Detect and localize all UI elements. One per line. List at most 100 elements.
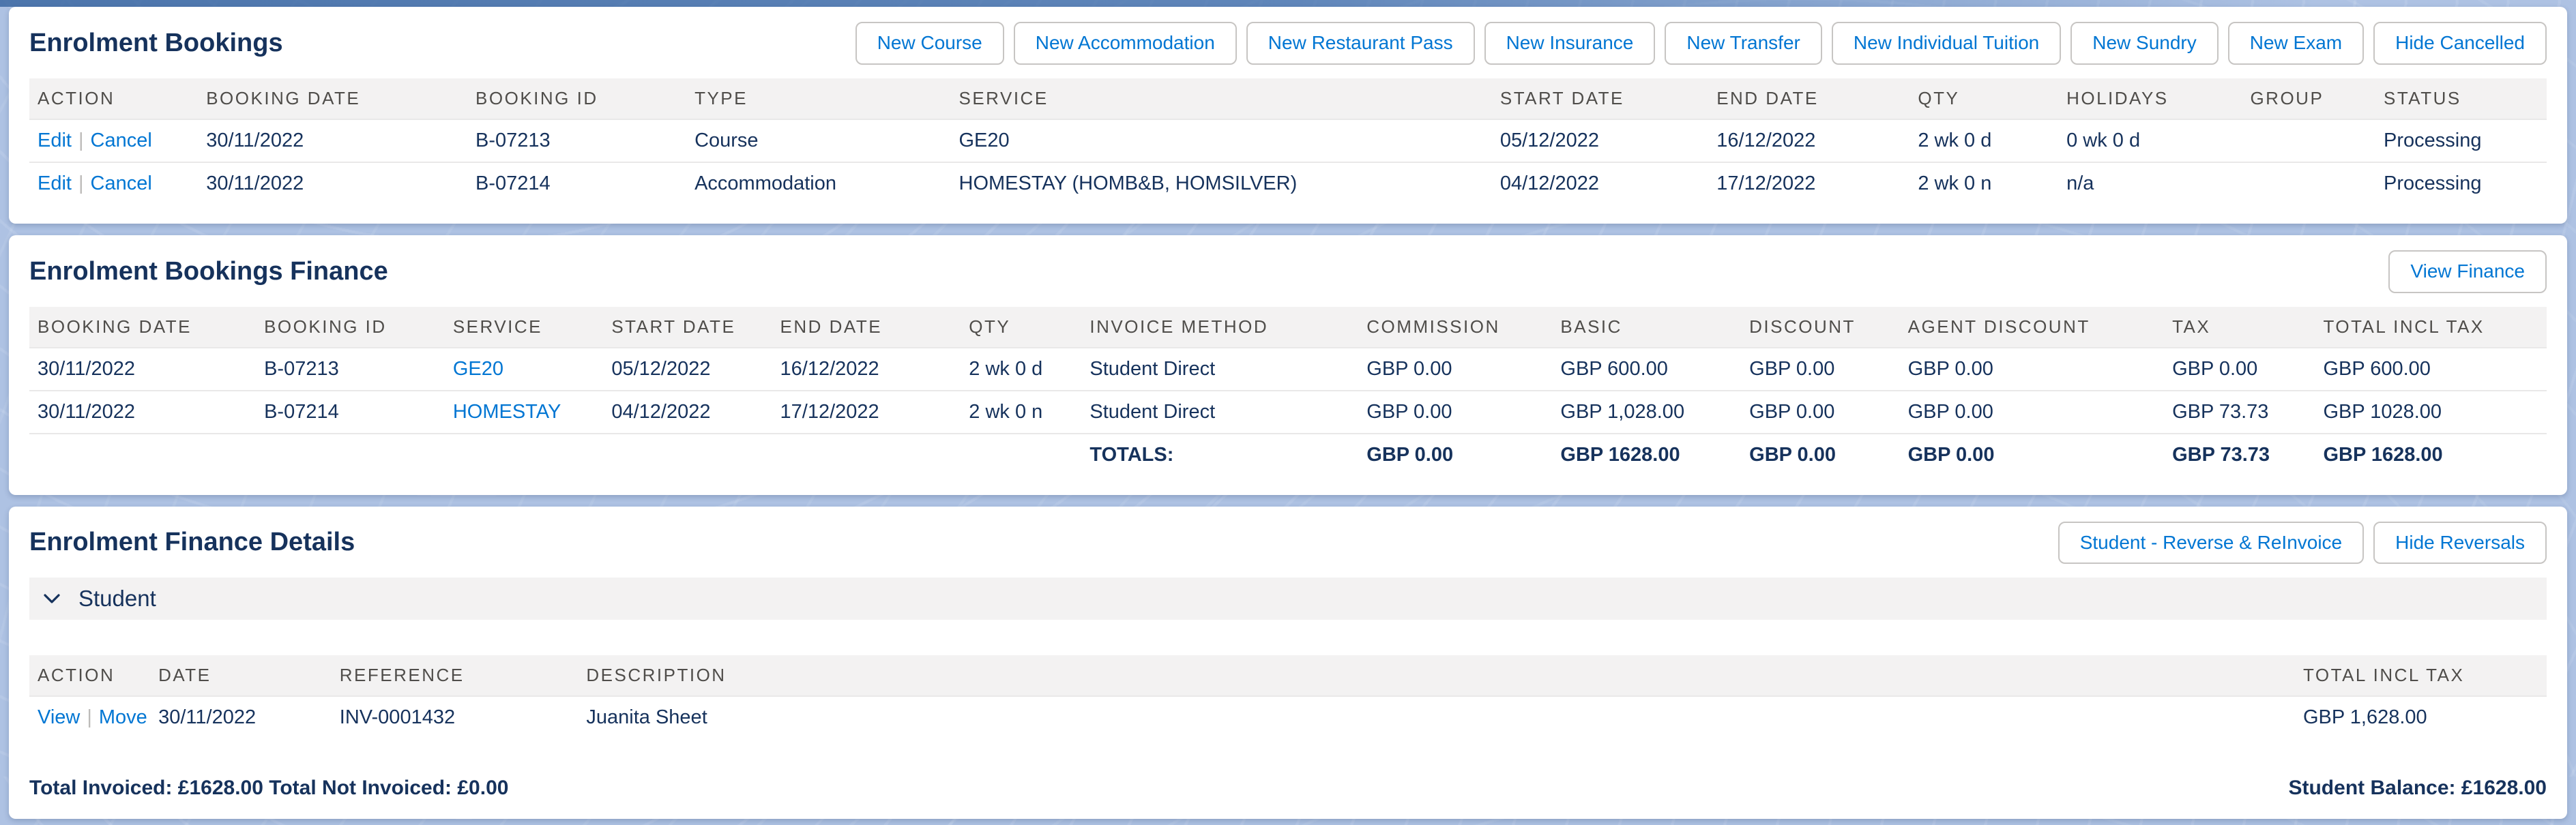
cell-empty xyxy=(603,434,772,476)
col-agent-discount: AGENT DISCOUNT xyxy=(1900,307,2164,348)
cell-actions: Edit|Cancel xyxy=(29,162,198,205)
enrolment-bookings-title: Enrolment Bookings xyxy=(29,29,283,58)
enrolment-bookings-card: Enrolment Bookings New Course New Accomm… xyxy=(9,7,2567,224)
details-header: Enrolment Finance Details Student - Reve… xyxy=(29,522,2547,565)
col-total-incl-tax: TOTAL INCL TAX xyxy=(2315,307,2547,348)
cell-service: GE20 xyxy=(951,119,1492,162)
new-course-button[interactable]: New Course xyxy=(855,22,1004,65)
view-finance-button[interactable]: View Finance xyxy=(2388,250,2547,293)
col-status: STATUS xyxy=(2375,78,2547,119)
cell-empty xyxy=(445,434,603,476)
page: Enrolment Bookings New Course New Accomm… xyxy=(0,0,2576,825)
col-discount: DISCOUNT xyxy=(1741,307,1899,348)
student-group-toggle[interactable]: Student xyxy=(29,578,2547,620)
new-individual-tuition-button[interactable]: New Individual Tuition xyxy=(1832,22,2061,65)
view-link[interactable]: View xyxy=(38,706,80,728)
cell-booking-date: 30/11/2022 xyxy=(29,348,256,391)
col-date: DATE xyxy=(150,655,332,696)
col-total-incl-tax: TOTAL INCL TAX xyxy=(2295,655,2547,696)
new-restaurant-pass-button[interactable]: New Restaurant Pass xyxy=(1246,22,1475,65)
chevron-down-icon[interactable] xyxy=(42,588,62,609)
cell-total-incl-tax: GBP 600.00 xyxy=(2315,348,2547,391)
col-start-date: START DATE xyxy=(1492,78,1708,119)
cell-qty: 2 wk 0 d xyxy=(961,348,1081,391)
service-link[interactable]: GE20 xyxy=(453,358,503,380)
finance-header: Enrolment Bookings Finance View Finance xyxy=(29,250,2547,293)
cell-booking-id: B-07213 xyxy=(256,348,445,391)
col-type: TYPE xyxy=(686,78,950,119)
cell-start-date: 05/12/2022 xyxy=(1492,119,1708,162)
finance-summary: Total Invoiced: £1628.00 Total Not Invoi… xyxy=(29,777,2547,800)
action-separator: | xyxy=(80,706,99,728)
cell-type: Course xyxy=(686,119,950,162)
col-description: DESCRIPTION xyxy=(578,655,2295,696)
bookings-table: ACTION BOOKING DATE BOOKING ID TYPE SERV… xyxy=(29,78,2547,205)
edit-link[interactable]: Edit xyxy=(38,172,72,194)
cell-holidays: 0 wk 0 d xyxy=(2058,119,2242,162)
col-booking-date: BOOKING DATE xyxy=(198,78,467,119)
cell-booking-id: B-07213 xyxy=(467,119,686,162)
totals-discount: GBP 0.00 xyxy=(1741,434,1899,476)
cancel-link[interactable]: Cancel xyxy=(91,172,152,194)
action-separator: | xyxy=(72,130,91,151)
enrolment-bookings-buttons: New Course New Accommodation New Restaur… xyxy=(855,22,2547,65)
col-end-date: END DATE xyxy=(772,307,961,348)
cell-actions: Edit|Cancel xyxy=(29,119,198,162)
cell-service: HOMESTAY xyxy=(445,391,603,434)
cell-reference: INV-0001432 xyxy=(332,696,579,738)
col-qty: QTY xyxy=(1909,78,2058,119)
cell-actions: View|Move xyxy=(29,696,150,738)
edit-link[interactable]: Edit xyxy=(38,130,72,151)
cell-basic: GBP 1,028.00 xyxy=(1552,391,1741,434)
cell-holidays: n/a xyxy=(2058,162,2242,205)
col-commission: COMMISSION xyxy=(1358,307,1552,348)
enrolment-bookings-finance-card: Enrolment Bookings Finance View Finance … xyxy=(9,235,2567,495)
service-link[interactable]: HOMESTAY xyxy=(453,401,561,423)
cell-total-incl-tax: GBP 1,628.00 xyxy=(2295,696,2547,738)
cell-date: 30/11/2022 xyxy=(150,696,332,738)
col-start-date: START DATE xyxy=(603,307,772,348)
cell-start-date: 04/12/2022 xyxy=(603,391,772,434)
cell-start-date: 05/12/2022 xyxy=(603,348,772,391)
cancel-link[interactable]: Cancel xyxy=(91,130,152,151)
col-service: SERVICE xyxy=(445,307,603,348)
col-booking-id: BOOKING ID xyxy=(467,78,686,119)
details-header-row: ACTION DATE REFERENCE DESCRIPTION TOTAL … xyxy=(29,655,2547,696)
new-sundry-button[interactable]: New Sundry xyxy=(2070,22,2219,65)
new-accommodation-button[interactable]: New Accommodation xyxy=(1014,22,1237,65)
finance-header-row: BOOKING DATE BOOKING ID SERVICE START DA… xyxy=(29,307,2547,348)
finance-title: Enrolment Bookings Finance xyxy=(29,257,388,286)
cell-empty xyxy=(29,434,256,476)
cell-service: GE20 xyxy=(445,348,603,391)
cell-commission: GBP 0.00 xyxy=(1358,348,1552,391)
new-transfer-button[interactable]: New Transfer xyxy=(1665,22,1822,65)
col-action: ACTION xyxy=(29,78,198,119)
hide-reversals-button[interactable]: Hide Reversals xyxy=(2373,522,2547,565)
col-end-date: END DATE xyxy=(1708,78,1909,119)
cell-basic: GBP 600.00 xyxy=(1552,348,1741,391)
totals-row: TOTALS: GBP 0.00 GBP 1628.00 GBP 0.00 GB… xyxy=(29,434,2547,476)
col-basic: BASIC xyxy=(1552,307,1741,348)
cell-group xyxy=(2242,162,2375,205)
new-insurance-button[interactable]: New Insurance xyxy=(1484,22,1656,65)
new-exam-button[interactable]: New Exam xyxy=(2228,22,2364,65)
cell-qty: 2 wk 0 n xyxy=(1909,162,2058,205)
hide-cancelled-button[interactable]: Hide Cancelled xyxy=(2373,22,2547,65)
cell-empty xyxy=(772,434,961,476)
cell-agent-discount: GBP 0.00 xyxy=(1900,391,2164,434)
col-holidays: HOLIDAYS xyxy=(2058,78,2242,119)
totals-tax: GBP 73.73 xyxy=(2164,434,2315,476)
table-row: Edit|Cancel 30/11/2022 B-07214 Accommoda… xyxy=(29,162,2547,205)
enrolment-finance-details-card: Enrolment Finance Details Student - Reve… xyxy=(9,507,2567,820)
total-invoiced-summary: Total Invoiced: £1628.00 Total Not Invoi… xyxy=(29,777,508,800)
cell-service: HOMESTAY (HOMB&B, HOMSILVER) xyxy=(951,162,1492,205)
cell-discount: GBP 0.00 xyxy=(1741,391,1899,434)
student-reverse-reinvoice-button[interactable]: Student - Reverse & ReInvoice xyxy=(2058,522,2364,565)
table-row: Edit|Cancel 30/11/2022 B-07213 Course GE… xyxy=(29,119,2547,162)
cell-booking-id: B-07214 xyxy=(467,162,686,205)
move-link[interactable]: Move xyxy=(99,706,147,728)
student-group-label: Student xyxy=(78,586,156,612)
cell-empty xyxy=(961,434,1081,476)
enrolment-bookings-header: Enrolment Bookings New Course New Accomm… xyxy=(29,22,2547,65)
cell-agent-discount: GBP 0.00 xyxy=(1900,348,2164,391)
